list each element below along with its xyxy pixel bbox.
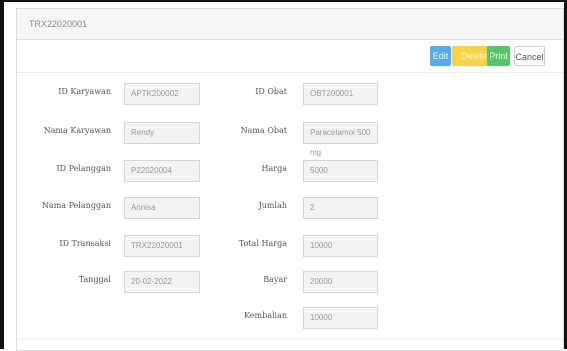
header-divider (17, 72, 563, 73)
footer-divider (17, 339, 563, 340)
form-row-3: ID Pelanggan P22020004 Harga 5000 (17, 160, 563, 182)
form-row-5: ID Transaksi TRX22020001 Total Harga 100… (17, 235, 563, 257)
tanggal-field[interactable]: 20-02-2022 (124, 271, 200, 293)
id-obat-field[interactable]: OBT200001 (303, 83, 378, 105)
id-karyawan-label: ID Karyawan (58, 87, 111, 96)
nama-obat-label: Nama Obat (240, 126, 287, 135)
kembalian-label: Kembalian (243, 311, 287, 320)
harga-field[interactable]: 5000 (303, 160, 378, 182)
print-button[interactable]: Print (487, 46, 510, 66)
cancel-button[interactable]: Cancel (514, 46, 545, 66)
id-pelanggan-label: ID Pelanggan (56, 164, 111, 173)
edit-button[interactable]: Edit (430, 46, 451, 66)
transaction-panel: TRX22020001 Edit Delete Print Cancel ID … (16, 8, 564, 351)
form-row-4: Nama Pelanggan Annisa Jumlah 2 (17, 197, 563, 219)
form-row-7: Kembalian 10000 (17, 307, 563, 329)
window-frame: TRX22020001 Edit Delete Print Cancel ID … (0, 0, 567, 351)
jumlah-field[interactable]: 2 (303, 197, 378, 219)
nama-karyawan-field[interactable]: Rendy (124, 122, 200, 144)
bayar-label: Bayar (263, 275, 287, 284)
form-row-1: ID Karyawan APTK200002 ID Obat OBT200001 (17, 83, 563, 105)
form-row-2: Nama Karyawan Rendy Nama Obat Paracetamo… (17, 122, 563, 157)
id-obat-label: ID Obat (255, 87, 287, 96)
nama-pelanggan-field[interactable]: Annisa (124, 197, 200, 219)
jumlah-label: Jumlah (258, 201, 287, 210)
id-transaksi-label: ID Transaksi (59, 239, 111, 248)
tanggal-label: Tanggal (78, 275, 111, 284)
total-harga-field[interactable]: 10000 (303, 235, 378, 257)
total-harga-label: Total Harga (238, 239, 287, 248)
panel-header: TRX22020001 (17, 9, 563, 40)
id-karyawan-field[interactable]: APTK200002 (124, 83, 200, 105)
id-pelanggan-field[interactable]: P22020004 (124, 160, 200, 182)
form-row-6: Tanggal 20-02-2022 Bayar 20000 (17, 271, 563, 293)
nama-obat-field[interactable]: Paracetamol 500 mg (303, 122, 378, 157)
nama-pelanggan-label: Nama Pelanggan (41, 201, 111, 210)
nama-karyawan-label: Nama Karyawan (43, 126, 111, 135)
kembalian-field[interactable]: 10000 (303, 307, 378, 329)
id-transaksi-field[interactable]: TRX22020001 (124, 235, 200, 257)
harga-label: Harga (261, 164, 287, 173)
panel-title: TRX22020001 (29, 19, 88, 29)
bayar-field[interactable]: 20000 (303, 271, 378, 293)
